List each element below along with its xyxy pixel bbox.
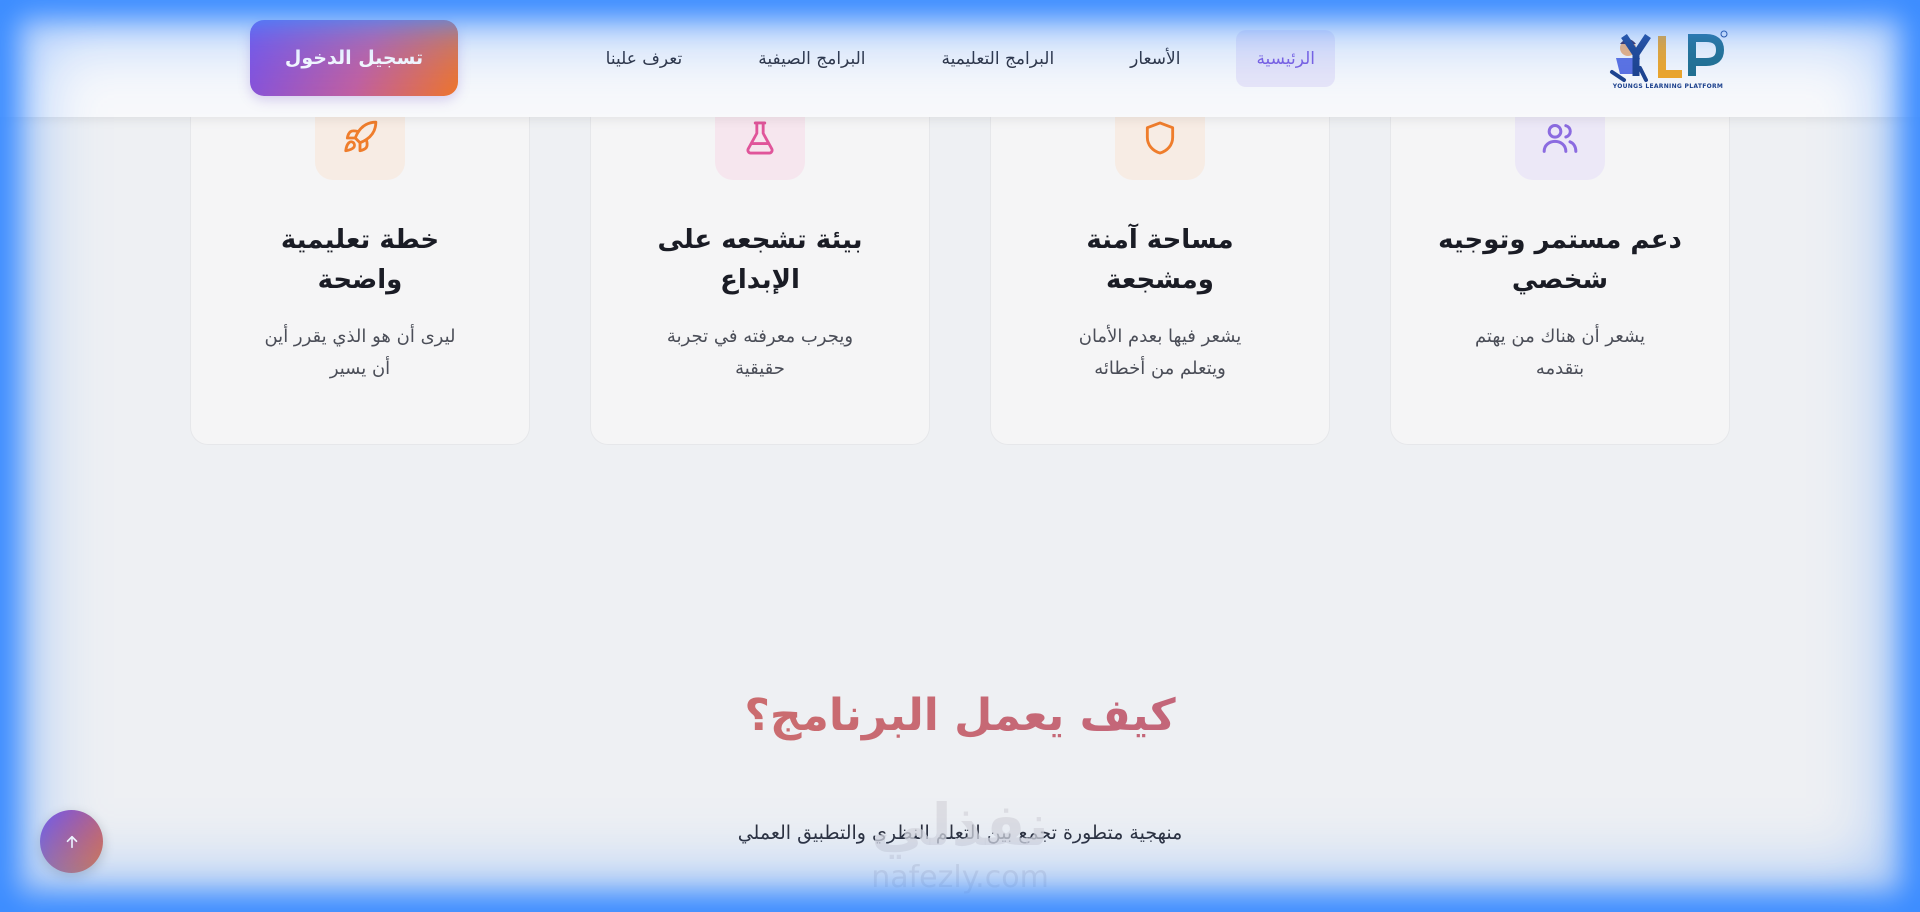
feature-title: بيئة تشجعه على الإبداع: [657, 225, 863, 295]
scroll-to-top-button[interactable]: [40, 810, 103, 873]
watermark-url: nafezly.com: [871, 860, 1049, 895]
feature-description: ليرى أن هو الذي يقرر أين أن يسير: [264, 326, 456, 379]
feature-title: دعم مستمر وتوجيه شخصي: [1438, 225, 1682, 295]
logo-tagline: YOUNGS LEARNING PLATFORM: [1612, 83, 1724, 90]
feature-card: خطة تعليمية واضحة ليرى أن هو الذي يقرر أ…: [190, 95, 530, 445]
features-section: دعم مستمر وتوجيه شخصي يشعر أن هناك من يه…: [190, 95, 1730, 445]
feature-description: يشعر فيها بعدم الأمان ويتعلم من أخطائه: [1078, 326, 1242, 379]
site-logo[interactable]: YOUNGS LEARNING PLATFORM: [1606, 28, 1730, 92]
nav-item-home[interactable]: الرئيسية: [1236, 30, 1335, 87]
how-it-works-title: كيف يعمل البرنامج؟: [0, 690, 1920, 741]
shield-icon: [1145, 121, 1175, 154]
how-it-works-subtitle: منهجية متطورة تجمع بين التعلم النظري وال…: [737, 822, 1183, 844]
logo-mark-icon: [1610, 30, 1728, 82]
feature-title: مساحة آمنة ومشجعة: [1086, 225, 1234, 295]
nav-item-pricing[interactable]: الأسعار: [1110, 30, 1200, 87]
feature-card: مساحة آمنة ومشجعة يشعر فيها بعدم الأمان …: [990, 95, 1330, 445]
users-icon: [1542, 123, 1578, 153]
site-header: YOUNGS LEARNING PLATFORM الرئيسية الأسعا…: [0, 0, 1920, 117]
flask-icon: [746, 121, 774, 154]
nav-item-about[interactable]: تعرف علينا: [586, 30, 703, 87]
feature-description: يشعر أن هناك من يهتم بتقدمه: [1474, 326, 1646, 379]
rocket-icon: [344, 120, 378, 152]
arrow-up-icon: [66, 835, 77, 848]
main-nav: الرئيسية الأسعار البرامج التعليمية البرا…: [586, 30, 1335, 87]
feature-card: بيئة تشجعه على الإبداع ويجرب معرفته في ت…: [590, 95, 930, 445]
feature-description: ويجرب معرفته في تجربة حقيقية: [666, 326, 854, 379]
feature-card: دعم مستمر وتوجيه شخصي يشعر أن هناك من يه…: [1390, 95, 1730, 445]
nav-item-programs[interactable]: البرامج التعليمية: [921, 30, 1074, 87]
nav-item-summer-programs[interactable]: البرامج الصيفية: [738, 30, 885, 87]
feature-title: خطة تعليمية واضحة: [280, 225, 440, 295]
login-button[interactable]: تسجيل الدخول: [250, 20, 458, 96]
